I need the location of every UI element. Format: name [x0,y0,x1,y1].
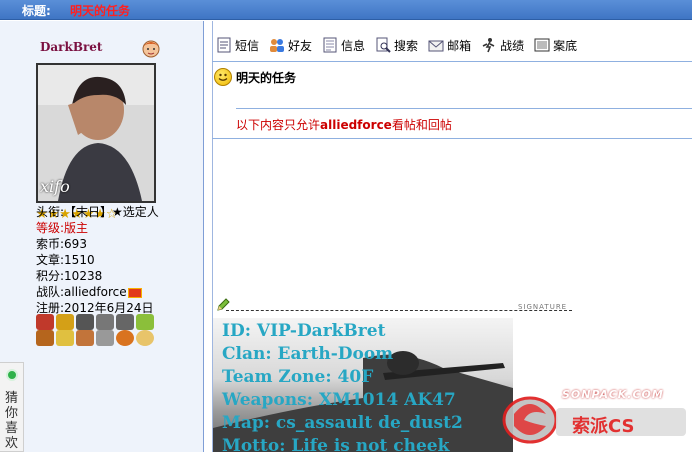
medal-icon [76,314,94,330]
signature-line: Map: cs_assault de_dust2 [222,413,463,433]
medal-icon [56,314,74,330]
signature-text: ID: VIP-DarkBret Clan: Earth-Doom Team Z… [222,320,463,458]
male-user-icon [142,40,160,58]
user-reg-value: 2012年6月24日 [64,301,154,315]
content-divider [212,138,692,139]
medal-icon [96,314,114,330]
smiley-icon [214,68,232,86]
signature-line: Weapons: XM1014 AK47 [222,390,456,410]
medal-list [36,314,160,346]
record-icon [482,38,495,53]
restricted-team-name: alliedforce [320,118,392,132]
access-restriction-notice: 以下内容只允许alliedforce看帖和回帖 [236,118,452,132]
basketball-icon [116,330,134,346]
post-title: 明天的任务 [236,70,297,85]
toolbar-mail[interactable]: 邮箱 [428,37,471,54]
signature-label: SIGNATURE [518,303,568,311]
toolbar-info[interactable]: 信息 [322,37,365,54]
file-icon [534,38,550,52]
thread-title: 明天的任务 [70,4,131,18]
thread-title-bar: 标题: 明天的任务 [0,0,692,20]
toolbar-divider [212,61,692,62]
sms-icon [217,37,231,53]
medal-icon [136,314,154,330]
toolbar-sms[interactable]: 短信 [216,37,259,54]
user-title-row: 头衔:【末日】★选定人 [36,205,159,219]
user-points-value: 10238 [64,269,103,283]
user-panel: DarkBret xifo ★★★★★★☆ 头衔:【末日】★选定人 等级:版主 … [0,21,204,452]
medal-icon [136,330,154,346]
post-divider [236,108,692,109]
toolbar-search[interactable]: 搜索 [375,37,418,54]
team-badge-icon [127,287,142,298]
watermark-brand: 索派CS [572,416,635,437]
watermark-domain: SONPACK.COM [562,388,664,401]
toolbar-record[interactable]: 战绩 [481,37,524,54]
recommend-dot-icon [6,369,18,381]
user-coins-row: 索币:693 [36,237,87,251]
user-posts-row: 文章:1510 [36,253,95,267]
toolbar-friends[interactable]: 好友 [269,37,312,54]
medal-icon [76,330,94,346]
medal-icon [96,330,114,346]
user-level-row: 等级:版主 [36,221,89,235]
friends-icon [270,39,285,52]
avatar-caption: xifo [40,177,70,196]
user-team-row: 战队:alliedforce [36,284,142,300]
signature-line: Team Zone: 40F [222,367,374,387]
user-toolbar: 短信 好友 信息 搜索 邮箱 战绩 案底 [216,35,577,55]
medal-icon [36,314,54,330]
medal-icon [116,314,134,330]
user-points-row: 积分:10238 [36,269,103,283]
user-level-value: 版主 [64,221,89,235]
search-icon [376,37,391,53]
recommend-side-tab[interactable]: 猜你喜欢 [0,362,24,452]
mail-icon [428,40,444,52]
username-link[interactable]: DarkBret [40,40,102,54]
info-icon [323,37,337,53]
user-title-value: 【末日】★选定人 [64,205,159,219]
recommend-label: 猜你喜欢 [5,391,19,451]
post-title-row: 明天的任务 [214,68,296,86]
medal-icon [36,330,54,346]
user-coins-value: 693 [64,237,87,251]
medal-icon [56,330,74,346]
toolbar-file[interactable]: 案底 [534,37,577,54]
signature-line: Motto: Life is not cheek [222,436,450,456]
user-posts-value: 1510 [64,253,95,267]
title-label: 标题: [22,4,51,18]
user-team-link[interactable]: alliedforce [64,285,127,299]
signature-line: Clan: Earth-Doom [222,344,394,364]
signature-line: ID: VIP-DarkBret [222,321,386,341]
site-watermark-logo: SONPACK.COM 索派CS [500,384,690,448]
